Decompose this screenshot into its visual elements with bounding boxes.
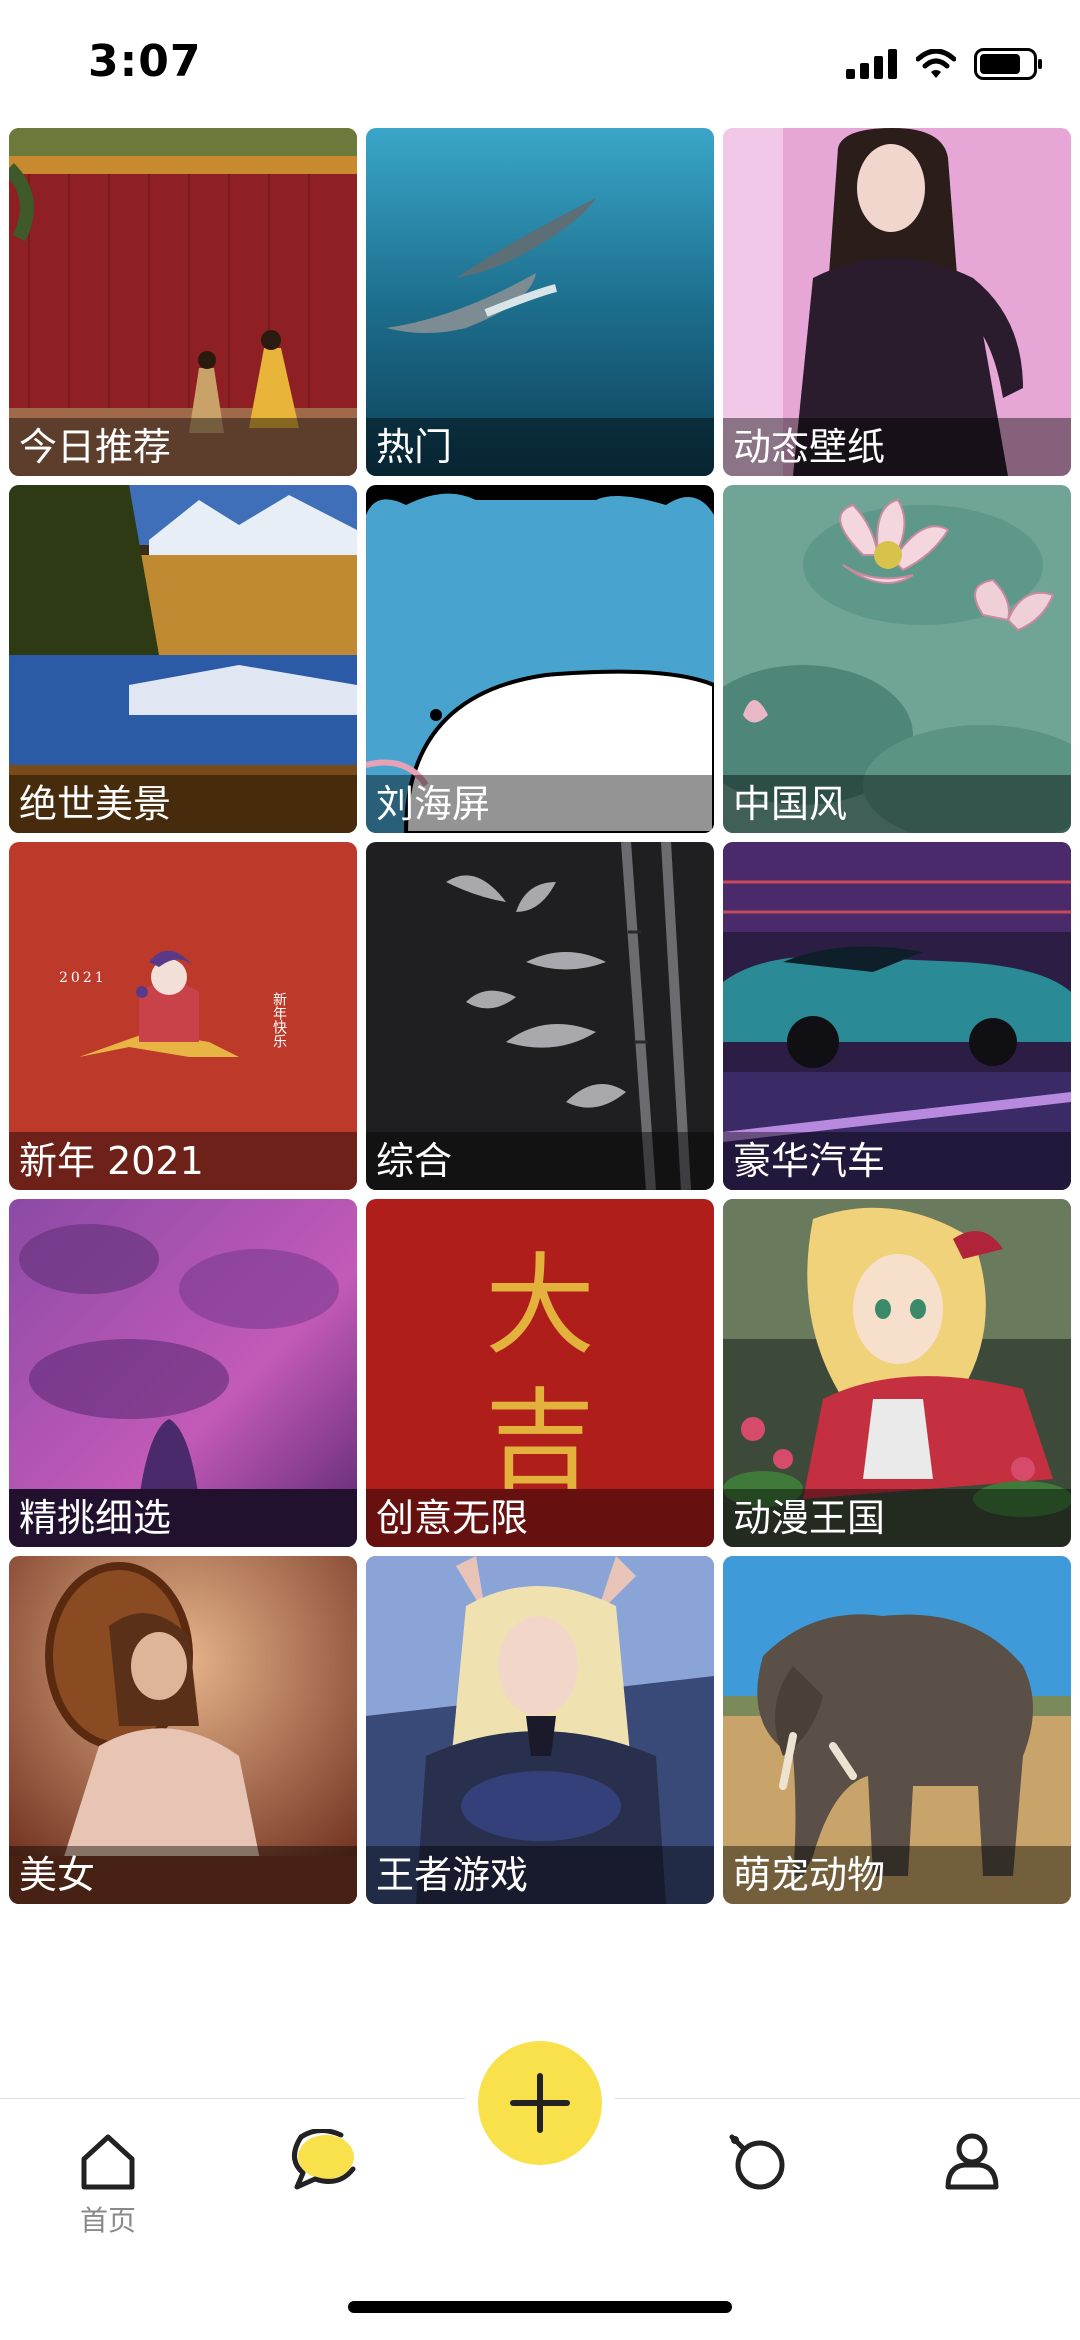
home-indicator[interactable] — [348, 2301, 732, 2313]
category-tile-new-year[interactable]: 2021 新年快乐 新年 2021 — [9, 842, 357, 1190]
category-label: 新年 2021 — [9, 1132, 357, 1190]
category-grid: 今日推荐 热门 动态壁纸 绝世美景 刘海屏 中国风 2021 新年快乐 新年 2… — [9, 128, 1071, 1904]
calligraphy-line2: 吉 — [485, 1377, 595, 1505]
tab-home-label: 首页 — [79, 2204, 136, 2237]
category-tile-beauty[interactable]: 美女 — [9, 1556, 357, 1904]
category-tile-general[interactable]: 综合 — [366, 842, 714, 1190]
category-label: 综合 — [366, 1132, 714, 1190]
wifi-icon — [916, 49, 956, 78]
category-tile-scenery[interactable]: 绝世美景 — [9, 485, 357, 833]
chat-icon — [292, 2129, 356, 2190]
profile-icon — [945, 2133, 999, 2190]
home-icon — [81, 2134, 135, 2190]
category-tile-pets[interactable]: 萌宠动物 — [723, 1556, 1071, 1904]
category-tile-anime[interactable]: 动漫王国 — [723, 1199, 1071, 1547]
tab-discover[interactable] — [698, 2129, 818, 2259]
category-label: 创意无限 — [366, 1489, 714, 1547]
category-tile-game[interactable]: 王者游戏 — [366, 1556, 714, 1904]
status-icons — [846, 48, 1044, 80]
category-label: 精挑细选 — [9, 1489, 357, 1547]
discover-icon — [729, 2134, 785, 2190]
battery-icon — [974, 48, 1042, 80]
category-tile-notch[interactable]: 刘海屏 — [366, 485, 714, 833]
tab-home[interactable]: 首页 — [48, 2129, 168, 2259]
tab-messages[interactable] — [264, 2129, 384, 2259]
new-year-art-year: 2021 — [59, 970, 107, 986]
category-label: 热门 — [366, 418, 714, 476]
category-label: 王者游戏 — [366, 1846, 714, 1904]
category-tile-live-wallpaper[interactable]: 动态壁纸 — [723, 128, 1071, 476]
category-label: 绝世美景 — [9, 775, 357, 833]
new-year-art-greeting: 新年快乐 — [271, 992, 287, 1048]
calligraphy-line1: 大 — [485, 1242, 595, 1370]
category-tile-hot[interactable]: 热门 — [366, 128, 714, 476]
category-label: 动态壁纸 — [723, 418, 1071, 476]
category-label: 美女 — [9, 1846, 357, 1904]
add-icon — [510, 2073, 570, 2133]
tab-profile[interactable] — [912, 2129, 1032, 2259]
signal-icon — [846, 49, 897, 79]
category-label: 萌宠动物 — [723, 1846, 1071, 1904]
category-label: 豪华汽车 — [723, 1132, 1071, 1190]
category-tile-creative[interactable]: 大 吉 创意无限 — [366, 1199, 714, 1547]
category-label: 今日推荐 — [9, 418, 357, 476]
category-tile-selected[interactable]: 精挑细选 — [9, 1199, 357, 1547]
status-bar: 3:07 — [0, 0, 1080, 125]
category-label: 中国风 — [723, 775, 1071, 833]
category-label: 动漫王国 — [723, 1489, 1071, 1547]
category-tile-today[interactable]: 今日推荐 — [9, 128, 357, 476]
status-time: 3:07 — [88, 36, 202, 87]
category-label: 刘海屏 — [366, 775, 714, 833]
add-button[interactable] — [478, 2041, 602, 2165]
category-tile-luxury-cars[interactable]: 豪华汽车 — [723, 842, 1071, 1190]
category-tile-chinese-style[interactable]: 中国风 — [723, 485, 1071, 833]
